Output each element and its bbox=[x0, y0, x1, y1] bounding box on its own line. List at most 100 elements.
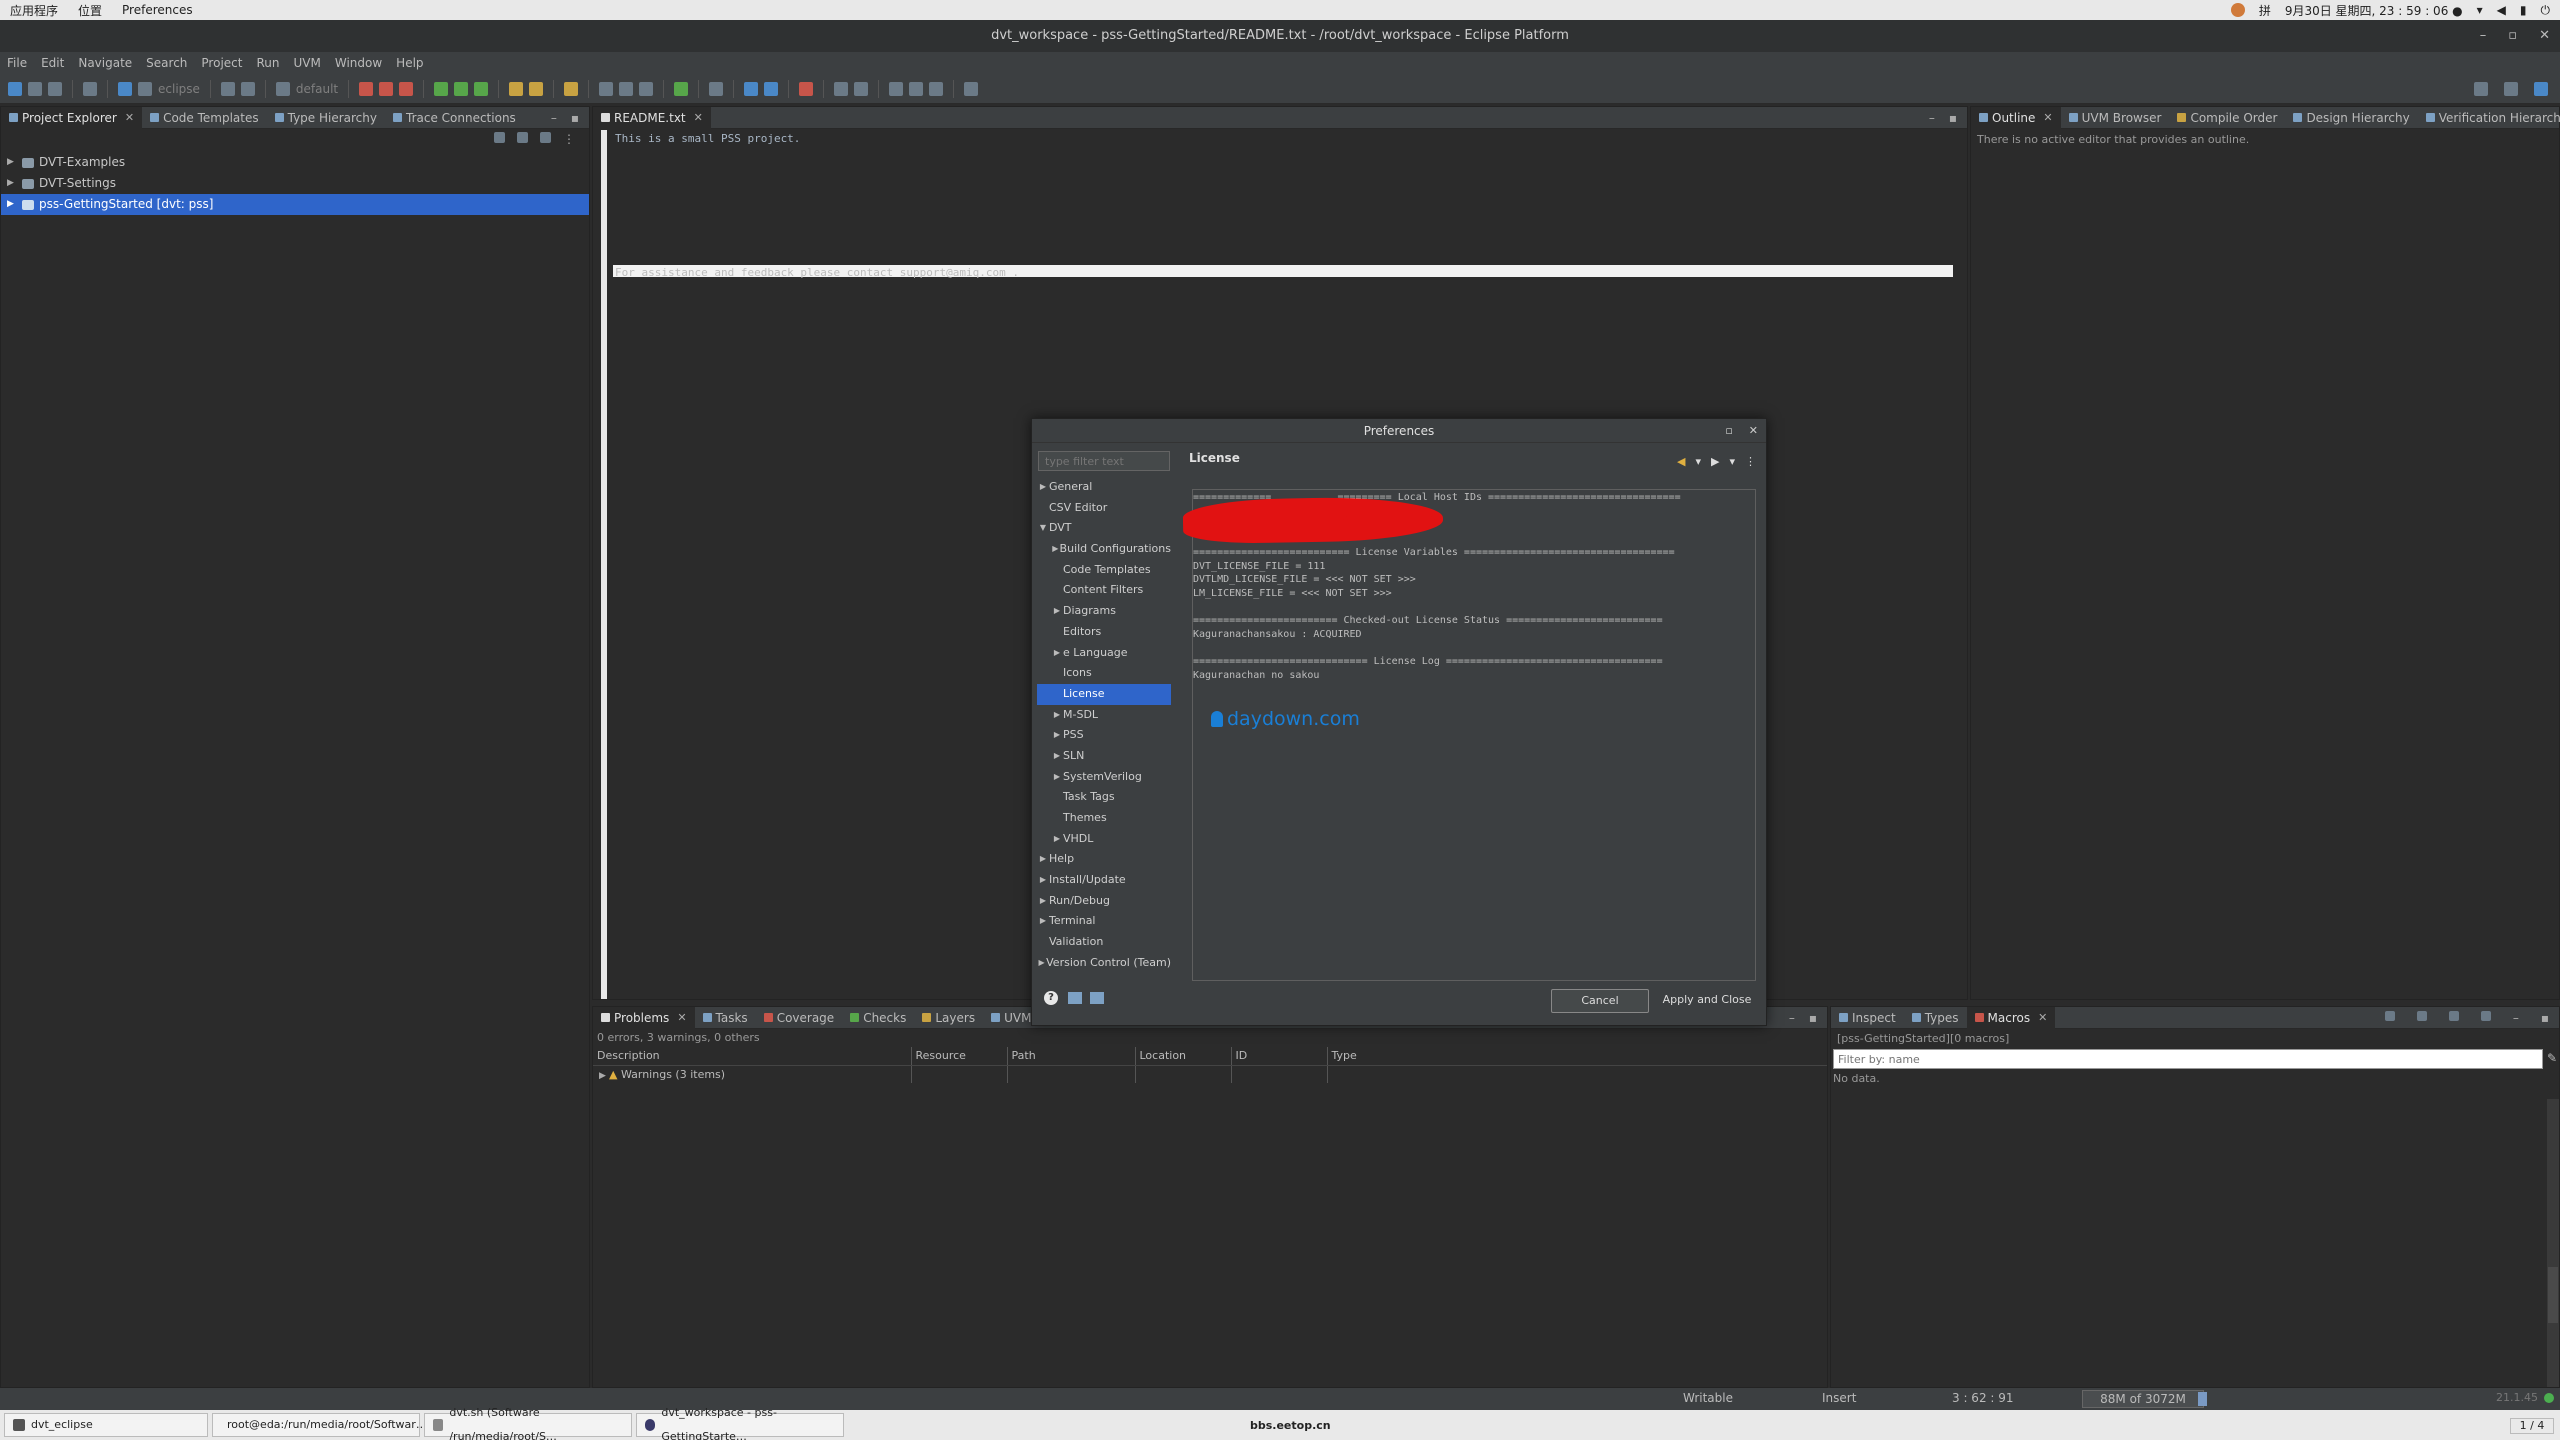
volume-icon[interactable]: ◀ bbox=[2497, 3, 2506, 17]
macros-filter-input[interactable] bbox=[1833, 1049, 2543, 1069]
collapse-all-icon[interactable] bbox=[494, 132, 505, 143]
pref-tree-item[interactable]: ▶ Diagrams bbox=[1037, 601, 1171, 622]
menu-search[interactable]: Search bbox=[139, 56, 194, 70]
chevron-right-icon[interactable]: ▶ bbox=[1051, 539, 1060, 560]
tab-readme[interactable]: README.txt ✕ bbox=[593, 106, 711, 129]
open-folder-icon[interactable] bbox=[564, 81, 579, 96]
chevron-right-icon[interactable]: ▶ bbox=[1037, 849, 1049, 870]
tree-item-dvt-examples[interactable]: ▶ DVT-Examples bbox=[1, 152, 589, 173]
tab-code-templates[interactable]: Code Templates bbox=[142, 107, 267, 129]
export-icon[interactable] bbox=[1090, 992, 1104, 1004]
config-icon[interactable] bbox=[138, 81, 152, 96]
tab-project-explorer[interactable]: Project Explorer ✕ bbox=[1, 106, 143, 129]
default-combo[interactable]: default bbox=[296, 82, 338, 96]
maximize-icon[interactable]: ▪ bbox=[2541, 1011, 2549, 1025]
chevron-right-icon[interactable]: ▶ bbox=[1051, 746, 1063, 767]
tab-trace-connections[interactable]: Trace Connections bbox=[385, 107, 524, 129]
pref-tree-item[interactable]: Content Filters bbox=[1037, 580, 1171, 601]
preferences-filter-input[interactable] bbox=[1038, 451, 1170, 471]
tool-red-3-icon[interactable] bbox=[399, 81, 414, 96]
forward-icon[interactable] bbox=[929, 81, 944, 96]
pref-tree-item[interactable]: License bbox=[1037, 683, 1171, 705]
pref-tree-item[interactable]: Editors bbox=[1037, 622, 1171, 643]
chevron-right-icon[interactable]: ▶ bbox=[1051, 725, 1063, 746]
eclipse-combo[interactable]: eclipse bbox=[158, 82, 200, 96]
toggle-mark-icon[interactable] bbox=[599, 81, 614, 96]
places-menu[interactable]: 位置 bbox=[68, 2, 112, 19]
maximize-icon[interactable]: ▪ bbox=[1949, 111, 1957, 125]
pref-tree-item[interactable]: ▶ Terminal bbox=[1037, 911, 1171, 932]
annotation-icon[interactable] bbox=[709, 81, 724, 96]
menu-edit[interactable]: Edit bbox=[34, 56, 71, 70]
pref-tree-item[interactable]: ▶ VHDL bbox=[1037, 829, 1171, 850]
collapse-icon[interactable] bbox=[2448, 1010, 2459, 1021]
chevron-right-icon[interactable]: ▶ bbox=[1037, 953, 1046, 974]
menu-help[interactable]: Help bbox=[389, 56, 430, 70]
font-increase-icon[interactable] bbox=[220, 81, 235, 96]
split-icon[interactable] bbox=[764, 81, 779, 96]
tab-macros[interactable]: Macros ✕ bbox=[1966, 1006, 2056, 1029]
back-menu-icon[interactable]: ▾ bbox=[1695, 455, 1701, 468]
maximize-icon[interactable]: ▫ bbox=[1725, 419, 1732, 443]
tab-tasks[interactable]: Tasks bbox=[695, 1007, 756, 1029]
pref-tree-item[interactable]: ▶ SLN bbox=[1037, 746, 1171, 767]
build-icon[interactable] bbox=[118, 81, 132, 96]
prev-annotation-icon[interactable] bbox=[854, 81, 869, 96]
minimize-icon[interactable]: – bbox=[1789, 1011, 1795, 1025]
tab-problems[interactable]: Problems ✕ bbox=[593, 1006, 695, 1029]
import-icon[interactable] bbox=[1068, 992, 1082, 1004]
maximize-icon[interactable]: ▪ bbox=[571, 111, 579, 125]
run-icon[interactable] bbox=[434, 81, 449, 96]
tab-compile-order[interactable]: Compile Order bbox=[2169, 107, 2285, 129]
tool-red-2-icon[interactable] bbox=[379, 81, 394, 96]
pin-icon[interactable] bbox=[964, 81, 979, 96]
pref-tree-item[interactable]: ▶ Build Configurations bbox=[1037, 539, 1171, 560]
show-whitespace-icon[interactable] bbox=[639, 81, 654, 96]
chevron-right-icon[interactable]: ▶ bbox=[1051, 829, 1063, 850]
heap-status[interactable]: 88M of 3072M bbox=[2082, 1390, 2204, 1408]
tab-uvm-browser[interactable]: UVM Browser bbox=[2061, 107, 2170, 129]
chevron-right-icon[interactable]: ▶ bbox=[1051, 601, 1063, 622]
back-icon[interactable] bbox=[909, 81, 924, 96]
menu-window[interactable]: Window bbox=[328, 56, 389, 70]
open-perspective-icon[interactable] bbox=[2504, 81, 2518, 96]
vertical-scrollbar[interactable] bbox=[2547, 1099, 2559, 1387]
pref-tree-item[interactable]: ▶ e Language bbox=[1037, 643, 1171, 664]
user-avatar-icon[interactable] bbox=[2230, 3, 2245, 17]
tree-view-icon[interactable] bbox=[2384, 1010, 2395, 1021]
pref-tree-item[interactable]: Themes bbox=[1037, 808, 1171, 829]
pref-tree-item[interactable]: ▶ Version Control (Team) bbox=[1037, 953, 1171, 974]
layout-icon[interactable] bbox=[744, 81, 759, 96]
applications-menu[interactable]: 应用程序 bbox=[0, 2, 68, 19]
column-path[interactable]: Path bbox=[1007, 1047, 1136, 1066]
pref-tree-item[interactable]: ▶ General bbox=[1037, 477, 1171, 498]
restore-icon[interactable]: ▫ bbox=[2508, 20, 2517, 52]
chevron-right-icon[interactable]: ▶ bbox=[1051, 643, 1063, 664]
link-editor-icon[interactable] bbox=[517, 132, 528, 143]
pref-tree-item[interactable]: ▶ Install/Update bbox=[1037, 870, 1171, 891]
close-icon[interactable]: ✕ bbox=[2043, 107, 2052, 129]
menu-run[interactable]: Run bbox=[249, 56, 286, 70]
menu-file[interactable]: File bbox=[0, 56, 34, 70]
tree-item-pss-gettingstarted[interactable]: ▶ pss-GettingStarted [dvt: pss] bbox=[1, 194, 589, 215]
pref-tree-item[interactable]: Validation bbox=[1037, 932, 1171, 953]
pref-tree-item[interactable]: ▼ DVT bbox=[1037, 518, 1171, 539]
tab-coverage[interactable]: Coverage bbox=[756, 1007, 843, 1029]
pref-tree-item[interactable]: Icons bbox=[1037, 663, 1171, 684]
font-decrease-icon[interactable] bbox=[240, 81, 255, 96]
tab-type-hierarchy[interactable]: Type Hierarchy bbox=[267, 107, 385, 129]
close-icon[interactable]: ✕ bbox=[694, 107, 703, 129]
minimize-icon[interactable]: – bbox=[551, 111, 557, 125]
chevron-down-icon[interactable]: ▼ bbox=[1037, 518, 1049, 539]
tab-design-hierarchy[interactable]: Design Hierarchy bbox=[2285, 107, 2417, 129]
dvt-perspective-icon[interactable] bbox=[2534, 81, 2548, 96]
minimize-icon[interactable]: – bbox=[1929, 111, 1935, 125]
link-icon[interactable] bbox=[2416, 1010, 2427, 1021]
chevron-right-icon[interactable]: ▶ bbox=[1037, 870, 1049, 891]
view-menu-icon[interactable]: ⋮ bbox=[1745, 455, 1756, 468]
pref-tree-item[interactable]: ▶ SystemVerilog bbox=[1037, 767, 1171, 788]
close-icon[interactable]: ✕ bbox=[677, 1007, 686, 1029]
maximize-icon[interactable]: ▪ bbox=[1809, 1011, 1817, 1025]
new-icon[interactable] bbox=[8, 81, 22, 96]
tab-checks[interactable]: Checks bbox=[842, 1007, 914, 1029]
